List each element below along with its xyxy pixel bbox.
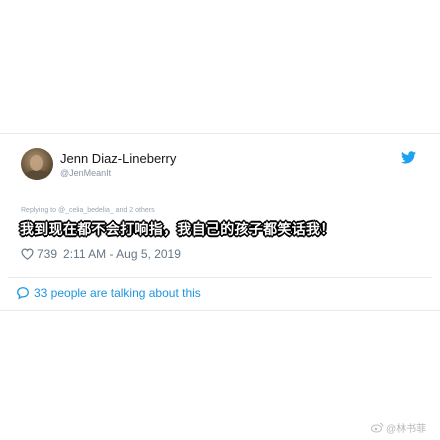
conversation-link[interactable]: 33 people are talking about this xyxy=(16,286,201,300)
replying-prefix: Replying to xyxy=(21,207,58,214)
replying-to: Replying to @_celia_bedelia_ and 2 other… xyxy=(21,207,155,214)
tweet-text: 我到现在都不会打响指，我自己的孩子都笑话我！ xyxy=(20,221,335,237)
like-count[interactable]: 739 xyxy=(37,247,57,261)
mid-divider xyxy=(8,277,432,278)
replying-suffix[interactable]: and 2 others xyxy=(114,207,155,214)
watermark: @林书菲 xyxy=(371,420,426,435)
avatar-shoulders xyxy=(24,170,50,180)
speech-bubble-icon xyxy=(17,287,29,300)
replying-mention[interactable]: @_celia_bedelia_ xyxy=(58,207,114,214)
weibo-icon xyxy=(371,423,384,433)
avatar-face xyxy=(30,155,43,171)
author-handle[interactable]: @JenMeanIt xyxy=(60,168,111,178)
top-divider xyxy=(0,133,440,134)
conversation-label: 33 people are talking about this xyxy=(34,286,201,300)
twitter-logo-icon[interactable] xyxy=(401,151,416,164)
tweet-meta: 739 2:11 AM - Aug 5, 2019 xyxy=(21,247,181,261)
author-display-name[interactable]: Jenn Diaz-Lineberry xyxy=(60,151,176,166)
tweet-timestamp[interactable]: 2:11 AM - Aug 5, 2019 xyxy=(63,247,181,261)
watermark-text: @林书菲 xyxy=(386,424,427,435)
bottom-divider xyxy=(0,310,440,311)
heart-icon[interactable] xyxy=(21,248,34,260)
avatar[interactable] xyxy=(21,148,53,180)
